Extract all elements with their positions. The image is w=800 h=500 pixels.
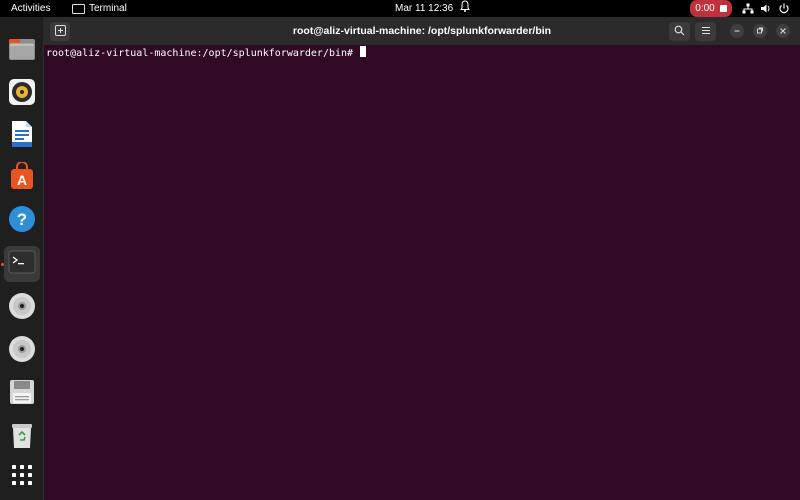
recording-time: 0:00 (695, 3, 715, 14)
dock-item-files[interactable] (4, 33, 40, 69)
show-apps-button[interactable] (4, 459, 40, 495)
restore-icon (756, 27, 764, 40)
notification-bell-icon[interactable] (460, 0, 470, 17)
search-button[interactable] (669, 22, 690, 41)
terminal-window: root@aliz-virtual-machine: /opt/splunkfo… (44, 18, 800, 500)
search-icon (674, 25, 685, 39)
dock-item-trash[interactable] (4, 419, 40, 455)
dock-item-libreoffice-writer[interactable] (4, 118, 40, 154)
new-tab-button[interactable] (50, 22, 70, 41)
optical-disc-icon (8, 292, 36, 325)
terminal-app-icon (72, 3, 85, 14)
app-grid-icon (11, 464, 33, 491)
close-button[interactable] (776, 24, 790, 38)
dock-item-terminal[interactable] (4, 246, 40, 282)
title-bar[interactable]: root@aliz-virtual-machine: /opt/splunkfo… (44, 18, 800, 45)
power-icon[interactable] (778, 0, 790, 17)
svg-text:?: ? (17, 210, 27, 229)
network-icon[interactable] (742, 0, 754, 17)
dock-item-rhythmbox[interactable] (4, 76, 40, 112)
dock-item-help[interactable]: ? (4, 203, 40, 239)
terminal-icon (8, 250, 36, 279)
prompt-line: root@aliz-virtual-machine:/opt/splunkfor… (46, 46, 367, 61)
svg-text:A: A (17, 172, 27, 188)
trash-icon (10, 421, 34, 454)
rhythmbox-icon (8, 78, 36, 111)
optical-disc-icon (8, 335, 36, 368)
close-icon (779, 28, 787, 40)
clock[interactable]: Mar 11 12:36 (395, 0, 453, 17)
minimize-icon (733, 30, 741, 40)
hamburger-menu-button[interactable] (695, 22, 716, 41)
app-menu-label: Terminal (89, 3, 127, 14)
top-bar: Activities Terminal Mar 11 12:36 0:00 (0, 0, 800, 17)
stop-icon (719, 5, 727, 12)
app-center-icon: A (8, 160, 36, 195)
dock-item-floppy-drive[interactable] (4, 376, 40, 412)
dock: A ? (0, 17, 43, 500)
activities-button[interactable]: Activities (11, 0, 50, 17)
text-cursor (360, 46, 367, 57)
minimize-button[interactable] (730, 24, 744, 38)
terminal-output[interactable]: root@aliz-virtual-machine:/opt/splunkfor… (44, 45, 800, 500)
restore-button[interactable] (753, 24, 767, 38)
volume-icon[interactable] (760, 0, 772, 17)
floppy-disk-icon (9, 379, 35, 410)
writer-document-icon (10, 120, 34, 153)
hamburger-menu-icon (701, 26, 711, 38)
app-menu[interactable]: Terminal (72, 0, 127, 17)
help-icon: ? (8, 205, 36, 238)
dock-item-dvd-drive-1[interactable] (4, 290, 40, 326)
screen-recording-indicator[interactable]: 0:00 (690, 0, 732, 17)
files-icon (8, 36, 36, 67)
new-tab-icon (54, 23, 66, 41)
shell-prompt: root@aliz-virtual-machine:/opt/splunkfor… (46, 48, 360, 59)
dock-item-dvd-drive-2[interactable] (4, 333, 40, 369)
dock-item-app-center[interactable]: A (4, 160, 40, 196)
